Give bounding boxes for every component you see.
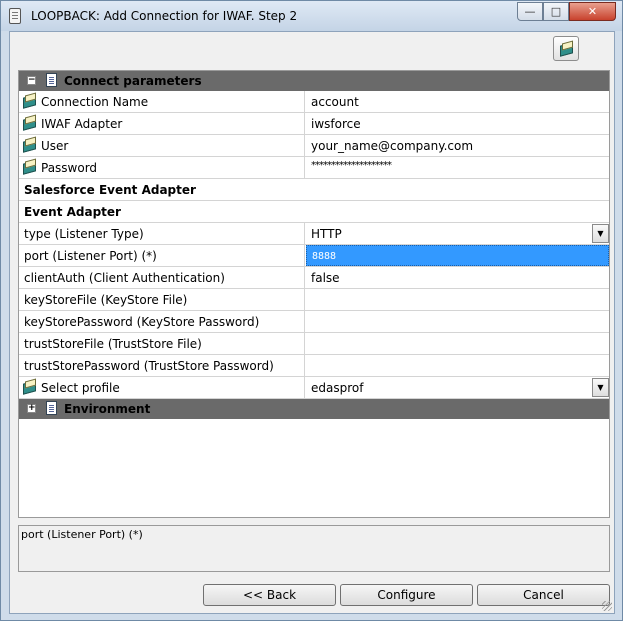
resize-grip-icon[interactable] — [602, 601, 612, 611]
row-listener-port[interactable]: port (Listener Port) (*) 8888 — [19, 245, 609, 267]
row-truststore-password[interactable]: trustStorePassword (TrustStore Password) — [19, 355, 609, 377]
row-iwaf-adapter[interactable]: IWAF Adapter iwsforce — [19, 113, 609, 135]
section-connect-parameters[interactable]: − Connect parameters — [19, 71, 609, 91]
dialog-client-area: − Connect parameters Connection Name acc… — [9, 31, 615, 614]
property-value: HTTP — [311, 227, 342, 241]
user-field[interactable]: your_name@company.com — [306, 135, 609, 156]
property-name-cell: type (Listener Type) — [19, 223, 305, 244]
row-listener-type[interactable]: type (Listener Type) HTTP ▼ — [19, 223, 609, 245]
truststore-password-field[interactable] — [306, 355, 609, 376]
property-name-cell: keyStoreFile (KeyStore File) — [19, 289, 305, 310]
group-event-adapter: Event Adapter — [19, 201, 609, 223]
row-keystore-password[interactable]: keyStorePassword (KeyStore Password) — [19, 311, 609, 333]
collapse-icon[interactable]: − — [27, 76, 36, 85]
property-name: keyStorePassword (KeyStore Password) — [24, 315, 260, 329]
book-icon — [22, 137, 36, 151]
property-name: IWAF Adapter — [41, 117, 123, 131]
property-name-cell: trustStorePassword (TrustStore Password) — [19, 355, 305, 376]
listener-type-select[interactable]: HTTP ▼ — [306, 223, 609, 244]
property-name: type (Listener Type) — [24, 227, 144, 241]
chevron-down-icon[interactable]: ▼ — [592, 224, 609, 243]
title-bar[interactable]: LOOPBACK: Add Connection for IWAF. Step … — [1, 1, 622, 31]
property-name-cell: clientAuth (Client Authentication) — [19, 267, 305, 288]
configure-button[interactable]: Configure — [340, 584, 473, 606]
property-name-cell: trustStoreFile (TrustStore File) — [19, 333, 305, 354]
iwaf-adapter-field[interactable]: iwsforce — [306, 113, 609, 134]
description-panel: port (Listener Port) (*) — [18, 525, 610, 572]
expand-icon[interactable]: + — [27, 404, 36, 413]
property-name: Connection Name — [41, 95, 149, 109]
property-name-cell: Password — [19, 157, 305, 178]
client-auth-field[interactable]: false — [306, 267, 609, 288]
property-value: ******************** — [311, 160, 392, 171]
close-button[interactable]: ✕ — [569, 2, 616, 21]
maximize-button[interactable]: □ — [543, 2, 569, 21]
listener-port-field[interactable]: 8888 — [306, 245, 609, 266]
chevron-down-icon[interactable]: ▼ — [592, 378, 609, 397]
description-text: port (Listener Port) (*) — [21, 528, 143, 541]
book-icon — [22, 93, 36, 107]
section-environment[interactable]: + Environment — [19, 399, 609, 419]
dialog-window: LOOPBACK: Add Connection for IWAF. Step … — [0, 0, 623, 621]
back-button[interactable]: << Back — [203, 584, 336, 606]
property-grid: − Connect parameters Connection Name acc… — [18, 70, 610, 518]
property-name: keyStoreFile (KeyStore File) — [24, 293, 188, 307]
truststore-file-field[interactable] — [306, 333, 609, 354]
property-name-cell: User — [19, 135, 305, 156]
group-label: Salesforce Event Adapter — [24, 183, 196, 197]
group-label: Event Adapter — [24, 205, 121, 219]
property-value: false — [311, 271, 340, 285]
row-password[interactable]: Password ******************** — [19, 157, 609, 179]
property-value: edasprof — [311, 381, 364, 395]
password-field[interactable]: ******************** — [306, 157, 609, 178]
keystore-file-field[interactable] — [306, 289, 609, 310]
property-name-cell: Connection Name — [19, 91, 305, 112]
connection-name-field[interactable]: account — [306, 91, 609, 112]
minimize-button[interactable]: — — [517, 2, 543, 21]
property-value: your_name@company.com — [311, 139, 474, 153]
document-icon — [9, 8, 21, 24]
toolbar-book-button[interactable] — [553, 36, 579, 61]
property-name: port (Listener Port) (*) — [24, 249, 157, 263]
row-keystore-file[interactable]: keyStoreFile (KeyStore File) — [19, 289, 609, 311]
property-name-cell: keyStorePassword (KeyStore Password) — [19, 311, 305, 332]
keystore-password-field[interactable] — [306, 311, 609, 332]
property-name: Password — [41, 161, 98, 175]
window-title: LOOPBACK: Add Connection for IWAF. Step … — [31, 9, 298, 23]
book-icon — [22, 115, 36, 129]
property-value: 8888 — [312, 251, 337, 262]
book-icon — [559, 41, 573, 55]
select-profile-select[interactable]: edasprof ▼ — [306, 377, 609, 398]
row-user[interactable]: User your_name@company.com — [19, 135, 609, 157]
property-name: clientAuth (Client Authentication) — [24, 271, 225, 285]
row-truststore-file[interactable]: trustStoreFile (TrustStore File) — [19, 333, 609, 355]
property-name-cell: IWAF Adapter — [19, 113, 305, 134]
document-icon — [46, 73, 57, 87]
section-label: Environment — [64, 402, 151, 416]
property-name: trustStoreFile (TrustStore File) — [24, 337, 202, 351]
document-icon — [46, 401, 57, 415]
property-name: trustStorePassword (TrustStore Password) — [24, 359, 274, 373]
property-value: account — [311, 95, 359, 109]
property-name: Select profile — [41, 381, 120, 395]
property-name-cell: Select profile — [19, 377, 305, 398]
cancel-button[interactable]: Cancel — [477, 584, 610, 606]
property-value: iwsforce — [311, 117, 361, 131]
row-client-auth[interactable]: clientAuth (Client Authentication) false — [19, 267, 609, 289]
section-label: Connect parameters — [64, 74, 202, 88]
group-salesforce-event-adapter: Salesforce Event Adapter — [19, 179, 609, 201]
book-icon — [22, 379, 36, 393]
book-icon — [22, 159, 36, 173]
property-name: User — [41, 139, 69, 153]
row-select-profile[interactable]: Select profile edasprof ▼ — [19, 377, 609, 399]
property-name-cell: port (Listener Port) (*) — [19, 245, 305, 266]
row-connection-name[interactable]: Connection Name account — [19, 91, 609, 113]
